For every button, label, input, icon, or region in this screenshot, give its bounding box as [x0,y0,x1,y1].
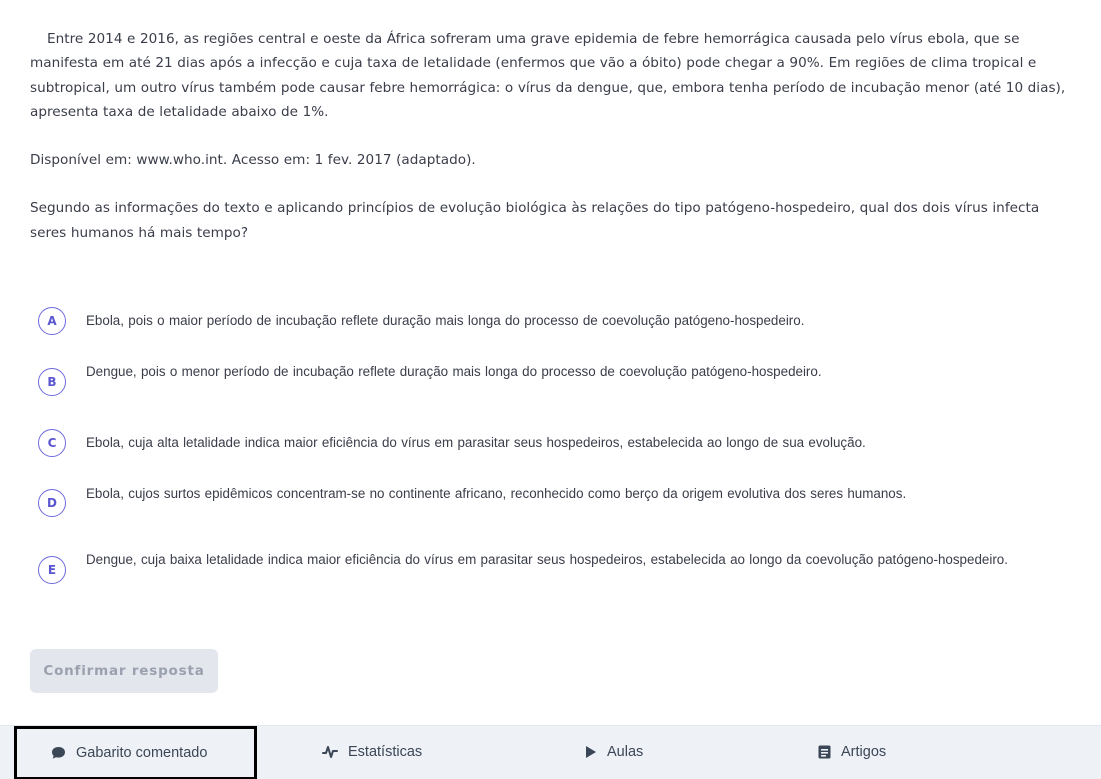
alternative-letter-badge[interactable]: A [38,307,66,335]
alternative-letter-badge[interactable]: B [38,368,66,396]
alternative-letter-badge[interactable]: E [38,556,66,584]
question-text-block: Entre 2014 e 2016, as regiões central e … [30,27,1075,245]
tab-estatisticas[interactable]: Estatísticas [322,726,422,778]
alternative-text[interactable]: Dengue, pois o menor período de incubaçã… [86,361,1051,382]
tab-artigos[interactable]: Artigos [818,726,886,778]
chat-bubble-icon [51,746,66,760]
play-icon [585,745,597,759]
tab-label: Artigos [841,744,887,760]
alternative-text[interactable]: Ebola, pois o maior período de incubação… [86,310,1051,331]
alternative-text[interactable]: Dengue, cuja baixa letalidade indica mai… [86,549,1051,570]
question-stem: Entre 2014 e 2016, as regiões central e … [30,31,1066,120]
question-prompt: Segundo as informações do texto e aplica… [30,200,1040,241]
confirm-answer-button[interactable]: Confirmar resposta [30,649,218,693]
tab-label: Gabarito comentado [76,745,208,761]
tab-label: Estatísticas [348,744,423,760]
tab-gabarito-comentado[interactable]: Gabarito comentado [14,726,257,779]
alternative-letter-badge[interactable]: C [38,429,66,457]
article-icon [818,745,831,759]
question-source: Disponível em: www.who.int. Acesso em: 1… [30,152,476,169]
alternative-letter-badge[interactable]: D [38,489,66,517]
pulse-icon [322,745,338,759]
question-page: Entre 2014 e 2016, as regiões central e … [0,0,1101,779]
tab-label: Aulas [607,744,644,760]
alternative-text[interactable]: Ebola, cujos surtos epidêmicos concentra… [86,483,1051,504]
alternative-text[interactable]: Ebola, cuja alta letalidade indica maior… [86,432,1051,453]
bottom-tab-bar: Gabarito comentado Estatísticas Aulas Ar… [0,725,1101,779]
tab-aulas[interactable]: Aulas [585,726,643,778]
